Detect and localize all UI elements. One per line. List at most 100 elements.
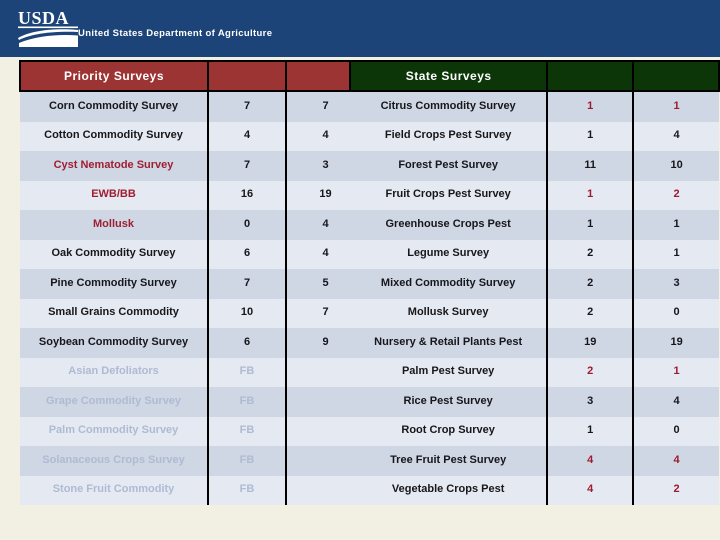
value-cell-2013: 1 xyxy=(547,210,635,240)
table-row: Stone Fruit Commodity FB xyxy=(20,475,388,505)
table-header-row: State Surveys xyxy=(348,60,720,92)
value-cell-2013: 6 xyxy=(208,239,287,269)
value-cell-2014: 0 xyxy=(633,416,719,446)
value-cell-2013: 1 xyxy=(547,91,635,122)
value-cell-2013: FB xyxy=(208,357,287,387)
value-cell-2013: 10 xyxy=(208,298,287,328)
value-cell-2014: 0 xyxy=(633,298,719,328)
column-header-year-2013 xyxy=(207,60,287,92)
survey-name-cell: Solanaceous Crops Survey xyxy=(20,446,209,476)
value-cell-2013: 6 xyxy=(208,328,287,358)
table-row: Forest Pest Survey 11 10 xyxy=(350,151,719,181)
priority-surveys-table: Priority Surveys Corn Commodity Survey 7 7 C… xyxy=(19,60,389,505)
survey-name-cell: Soybean Commodity Survey xyxy=(20,328,209,358)
value-cell-2013: FB xyxy=(208,475,287,505)
value-cell-2014: 2 xyxy=(633,180,719,210)
survey-name-cell: Legume Survey xyxy=(350,239,549,269)
table-row: Nursery & Retail Plants Pest 19 19 xyxy=(350,328,719,358)
value-cell-2013: FB xyxy=(208,387,287,417)
value-cell-2014: 1 xyxy=(633,239,719,269)
value-cell-2013: 7 xyxy=(208,151,287,181)
value-cell-2013: 2 xyxy=(547,298,635,328)
column-header-year-2013 xyxy=(546,60,635,92)
table-row: Tree Fruit Pest Survey 4 4 xyxy=(350,446,719,476)
survey-name-cell: Palm Commodity Survey xyxy=(20,416,209,446)
value-cell-2013: FB xyxy=(208,416,287,446)
survey-name-cell: Small Grains Commodity xyxy=(20,298,209,328)
survey-name-cell: Pine Commodity Survey xyxy=(20,269,209,299)
survey-name-cell: Cyst Nematode Survey xyxy=(20,151,209,181)
value-cell-2014: 4 xyxy=(633,387,719,417)
value-cell-2013: 7 xyxy=(208,269,287,299)
survey-name-cell: Tree Fruit Pest Survey xyxy=(350,446,549,476)
table-row: Solanaceous Crops Survey FB xyxy=(20,446,388,476)
value-cell-2013: 0 xyxy=(208,210,287,240)
state-surveys-table: State Surveys Citrus Commodity Survey 1 1 Fi… xyxy=(348,60,720,505)
survey-name-cell: Rice Pest Survey xyxy=(350,387,549,417)
value-cell-2013: 4 xyxy=(547,475,635,505)
svg-text:USDA: USDA xyxy=(18,8,69,28)
table-row: Pine Commodity Survey 7 5 xyxy=(20,269,388,299)
table-row: Oak Commodity Survey 6 4 xyxy=(20,239,388,269)
table-row: Cyst Nematode Survey 7 3 xyxy=(20,151,388,181)
table-row: Vegetable Crops Pest 4 2 xyxy=(350,475,719,505)
survey-name-cell: Root Crop Survey xyxy=(350,416,549,446)
table-row: Root Crop Survey 1 0 xyxy=(350,416,719,446)
table-row: Asian Defoliators FB xyxy=(20,357,388,387)
survey-name-cell: Greenhouse Crops Pest xyxy=(350,210,549,240)
table-row: Corn Commodity Survey 7 7 xyxy=(20,91,388,122)
table-row: Grape Commodity Survey FB xyxy=(20,387,388,417)
value-cell-2013: 1 xyxy=(547,121,635,151)
table-row: Mollusk Survey 2 0 xyxy=(350,298,719,328)
survey-name-cell: Oak Commodity Survey xyxy=(20,239,209,269)
survey-tables-area: Priority Surveys Corn Commodity Survey 7 7 C… xyxy=(0,57,720,540)
value-cell-2014: 3 xyxy=(633,269,719,299)
value-cell-2014: 4 xyxy=(633,446,719,476)
survey-name-cell: Palm Pest Survey xyxy=(350,357,549,387)
value-cell-2013: 4 xyxy=(547,446,635,476)
table-row: Palm Pest Survey 2 1 xyxy=(350,357,719,387)
survey-name-cell: Corn Commodity Survey xyxy=(20,91,209,122)
value-cell-2013: 1 xyxy=(547,180,635,210)
table-row: Soybean Commodity Survey 6 9 xyxy=(20,328,388,358)
survey-name-cell: Grape Commodity Survey xyxy=(20,387,209,417)
survey-name-cell: Citrus Commodity Survey xyxy=(350,91,549,122)
value-cell-2013: 2 xyxy=(547,239,635,269)
value-cell-2014: 1 xyxy=(633,357,719,387)
table-row: Mollusk 0 4 xyxy=(20,210,388,240)
survey-name-cell: EWB/BB xyxy=(20,180,209,210)
value-cell-2013: FB xyxy=(208,446,287,476)
value-cell-2013: 19 xyxy=(547,328,635,358)
column-header-survey-name: Priority Surveys xyxy=(19,60,209,92)
survey-name-cell: Field Crops Pest Survey xyxy=(350,121,549,151)
survey-name-cell: Mollusk Survey xyxy=(350,298,549,328)
value-cell-2013: 11 xyxy=(547,151,635,181)
survey-name-cell: Vegetable Crops Pest xyxy=(350,475,549,505)
value-cell-2013: 2 xyxy=(547,269,635,299)
value-cell-2013: 7 xyxy=(208,91,287,122)
value-cell-2014: 1 xyxy=(633,91,719,122)
value-cell-2013: 1 xyxy=(547,416,635,446)
value-cell-2013: 2 xyxy=(547,357,635,387)
table-row: Rice Pest Survey 3 4 xyxy=(350,387,719,417)
table-row: Citrus Commodity Survey 1 1 xyxy=(350,91,719,122)
table-row: Cotton Commodity Survey 4 4 xyxy=(20,121,388,151)
value-cell-2014: 19 xyxy=(633,328,719,358)
column-header-survey-name: State Surveys xyxy=(348,60,549,92)
table-row: EWB/BB 16 19 xyxy=(20,180,388,210)
department-name: United States Department of Agriculture xyxy=(78,28,273,39)
survey-name-cell: Forest Pest Survey xyxy=(350,151,549,181)
table-row: Palm Commodity Survey FB xyxy=(20,416,388,446)
table-row: Small Grains Commodity 10 7 xyxy=(20,298,388,328)
value-cell-2014: 2 xyxy=(633,475,719,505)
table-row: Fruit Crops Pest Survey 1 2 xyxy=(350,180,719,210)
value-cell-2014: 10 xyxy=(633,151,719,181)
survey-name-cell: Stone Fruit Commodity xyxy=(20,475,209,505)
value-cell-2013: 3 xyxy=(547,387,635,417)
survey-name-cell: Asian Defoliators xyxy=(20,357,209,387)
usda-banner: USDA United States Department of Agricul… xyxy=(0,0,720,57)
survey-name-cell: Mollusk xyxy=(20,210,209,240)
table-row: Field Crops Pest Survey 1 4 xyxy=(350,121,719,151)
column-header-year-2014 xyxy=(632,60,720,92)
survey-name-cell: Nursery & Retail Plants Pest xyxy=(350,328,549,358)
